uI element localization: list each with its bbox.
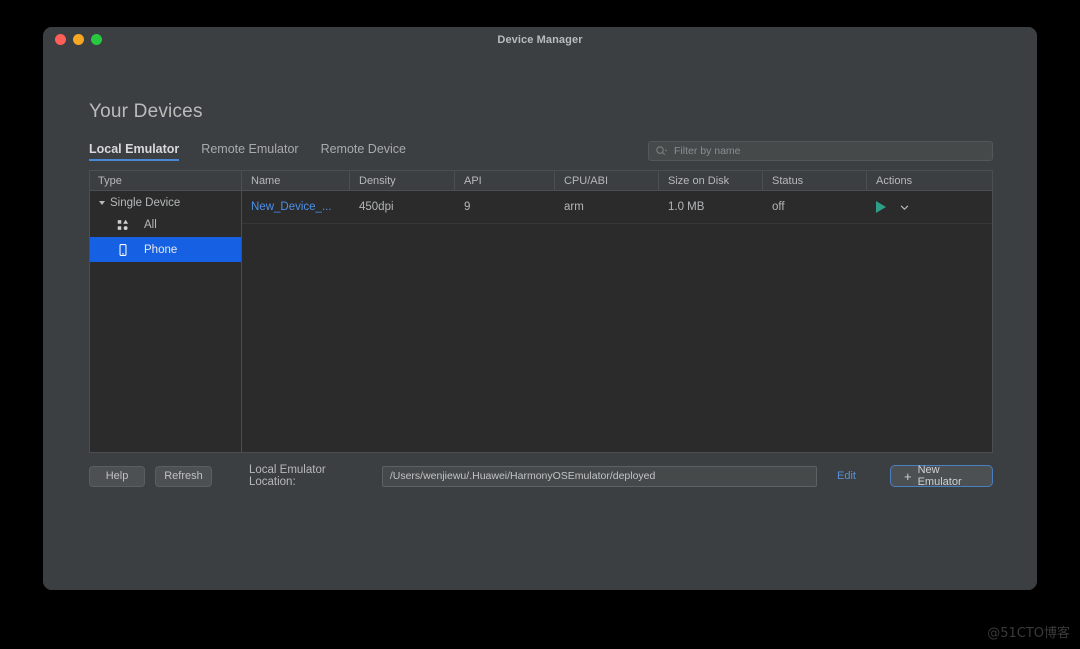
tree-group-single-device[interactable]: Single Device — [90, 194, 241, 212]
cell-density: 450dpi — [359, 201, 394, 213]
tab-bar: Local Emulator Remote Emulator Remote De… — [89, 142, 406, 161]
search-icon — [656, 145, 668, 155]
column-header-status[interactable]: Status — [763, 171, 867, 190]
edit-location-link[interactable]: Edit — [837, 470, 856, 482]
tree-item-phone[interactable]: Phone — [90, 237, 241, 262]
tab-local-emulator[interactable]: Local Emulator — [89, 142, 180, 161]
device-type-tree: Type Single Device All Phone — [89, 170, 242, 453]
devices-table: Name Density API CPU/ABI Size on Disk St… — [242, 170, 993, 453]
column-header-name[interactable]: Name — [242, 171, 350, 190]
tree-group-label: Single Device — [110, 197, 181, 209]
bottom-toolbar: Help Refresh Local Emulator Location: /U… — [89, 464, 994, 488]
plus-icon: + — [904, 468, 912, 484]
local-emulator-location-input[interactable]: /Users/wenjiewu/.Huawei/HarmonyOSEmulato… — [381, 465, 818, 487]
cell-device-name[interactable]: New_Device_... — [242, 201, 350, 213]
window-content: Your Devices Local Emulator Remote Emula… — [43, 52, 1037, 590]
new-emulator-button[interactable]: + New Emulator — [890, 464, 994, 488]
minimize-window-button[interactable] — [73, 34, 84, 45]
refresh-button[interactable]: Refresh — [155, 465, 212, 487]
new-emulator-label: New Emulator — [917, 464, 962, 488]
cell-actions — [867, 201, 992, 213]
screen-root: Device Manager Your Devices Local Emulat… — [0, 0, 1080, 649]
tree-item-label-all: All — [144, 218, 157, 231]
tab-remote-emulator[interactable]: Remote Emulator — [201, 142, 298, 161]
cell-size-on-disk: 1.0 MB — [668, 201, 705, 213]
grid-icon — [117, 219, 129, 230]
window-titlebar: Device Manager — [43, 27, 1037, 52]
maximize-window-button[interactable] — [91, 34, 102, 45]
tree-header-type: Type — [90, 171, 241, 191]
cell-status: off — [772, 201, 785, 213]
play-icon[interactable] — [876, 201, 886, 213]
column-header-actions[interactable]: Actions — [867, 171, 992, 190]
tree-item-label-phone: Phone — [144, 243, 178, 256]
column-header-cpu-abi[interactable]: CPU/ABI — [555, 171, 659, 190]
table-row[interactable]: New_Device_... 450dpi 9 arm 1.0 MB off — [242, 191, 992, 224]
devices-table-header: Name Density API CPU/ABI Size on Disk St… — [242, 171, 992, 191]
search-placeholder: Filter by name — [674, 145, 741, 157]
chevron-down-icon[interactable] — [99, 201, 105, 205]
tree-body: Single Device All Phone — [90, 191, 241, 452]
column-header-api[interactable]: API — [455, 171, 555, 190]
tree-item-all[interactable]: All — [90, 212, 241, 237]
cell-cpu-abi: arm — [564, 201, 584, 213]
local-emulator-location-label: Local Emulator Location: — [248, 464, 326, 488]
column-header-density[interactable]: Density — [350, 171, 455, 190]
tab-remote-device[interactable]: Remote Device — [321, 142, 406, 161]
devices-main-area: Type Single Device All Phone Name Densit… — [89, 170, 993, 453]
watermark: @51CTO博客 — [987, 626, 1070, 641]
cell-api: 9 — [464, 201, 471, 213]
filter-search-box[interactable]: Filter by name — [648, 141, 993, 161]
chevron-down-icon[interactable] — [899, 202, 910, 213]
window-title: Device Manager — [497, 33, 583, 46]
phone-icon — [119, 243, 127, 256]
table-empty-area — [242, 224, 992, 452]
column-header-size-on-disk[interactable]: Size on Disk — [659, 171, 763, 190]
location-value: /Users/wenjiewu/.Huawei/HarmonyOSEmulato… — [389, 470, 656, 482]
help-button[interactable]: Help — [89, 465, 145, 487]
traffic-lights — [55, 34, 102, 45]
close-window-button[interactable] — [55, 34, 66, 45]
device-manager-window: Device Manager Your Devices Local Emulat… — [43, 27, 1037, 590]
page-title: Your Devices — [89, 101, 203, 122]
